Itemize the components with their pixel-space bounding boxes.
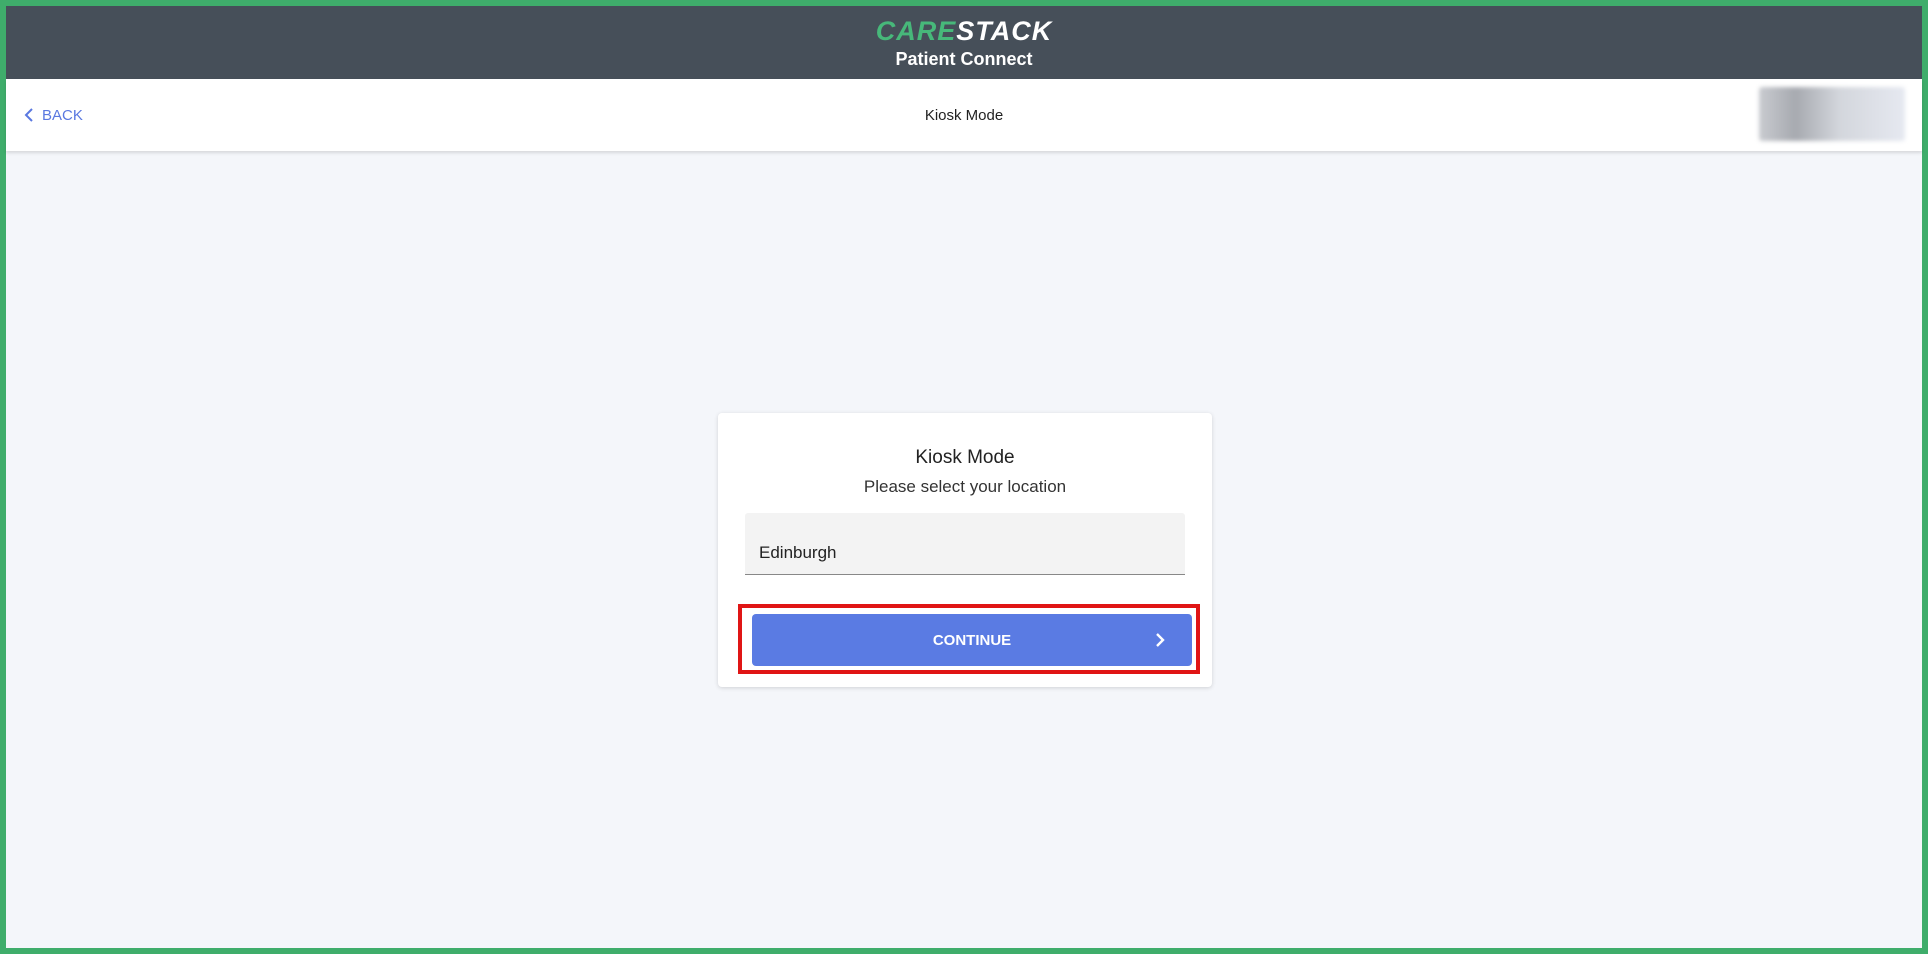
page-title: Kiosk Mode (924, 107, 1004, 124)
continue-button[interactable]: CONTINUE (752, 614, 1192, 666)
top-navbar: BACK Kiosk Mode (6, 79, 1922, 151)
app-subtitle: Patient Connect (895, 49, 1033, 69)
location-select[interactable]: Edinburgh (745, 513, 1185, 575)
logo-care: CARE (875, 16, 957, 46)
continue-label: CONTINUE (932, 631, 1012, 649)
card-subtitle: Please select your location (863, 477, 1067, 496)
user-avatar[interactable] (1759, 87, 1905, 141)
card-title: Kiosk Mode (915, 447, 1015, 468)
logo-stack: STACK (956, 16, 1053, 46)
chevron-right-icon (1156, 633, 1165, 647)
brand-header: CARESTACK Patient Connect (6, 6, 1922, 79)
location-value: Edinburgh (759, 543, 837, 562)
carestack-logo: CARESTACK (6, 16, 1922, 46)
